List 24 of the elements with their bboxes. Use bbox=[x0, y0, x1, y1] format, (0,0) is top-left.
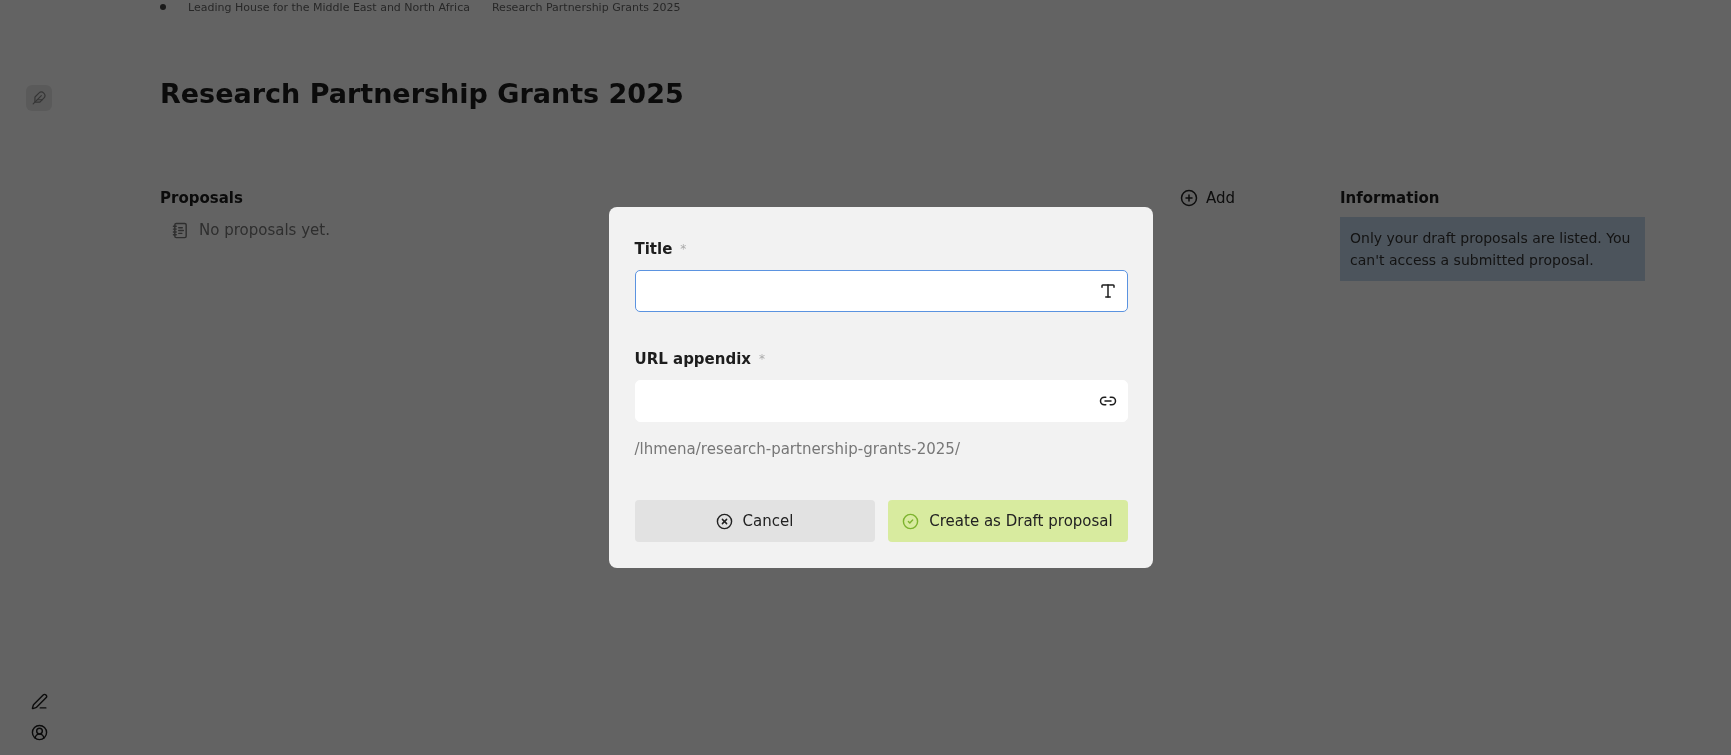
required-mark: * bbox=[680, 242, 687, 256]
page-title: Research Partnership Grants 2025 bbox=[160, 78, 685, 109]
url-hint: /lhmena/research-partnership-grants-2025/ bbox=[634, 440, 961, 458]
cancel-button[interactable]: Cancel bbox=[634, 500, 875, 542]
section-heading: Information bbox=[1340, 189, 1441, 207]
check-icon bbox=[902, 512, 920, 530]
field-label: URL appendix bbox=[634, 350, 751, 368]
input-field[interactable] bbox=[634, 270, 1128, 312]
create-button[interactable]: Create as Draft proposal bbox=[887, 500, 1128, 542]
user-icon[interactable] bbox=[30, 724, 48, 741]
field-label: Title bbox=[634, 240, 673, 258]
text-size-icon bbox=[1098, 282, 1117, 300]
breadcrumb-dot-icon bbox=[160, 4, 166, 10]
notebook-icon bbox=[172, 221, 189, 239]
required-mark: * bbox=[759, 352, 765, 366]
add-button[interactable]: Add bbox=[1179, 189, 1235, 207]
breadcrumb-link[interactable]: Research Partnership Grants 2025 bbox=[491, 0, 681, 14]
edit-icon[interactable] bbox=[30, 693, 48, 710]
info-note: Only your draft proposals are listed. You can't access a submitted proposal. bbox=[1340, 217, 1645, 281]
logo-icon[interactable] bbox=[26, 85, 52, 111]
plus-icon bbox=[1179, 189, 1198, 207]
close-icon bbox=[715, 512, 733, 530]
section-heading: Proposals bbox=[160, 189, 243, 207]
breadcrumb-link[interactable]: Leading House for the Middle East and North Africa bbox=[188, 0, 470, 14]
